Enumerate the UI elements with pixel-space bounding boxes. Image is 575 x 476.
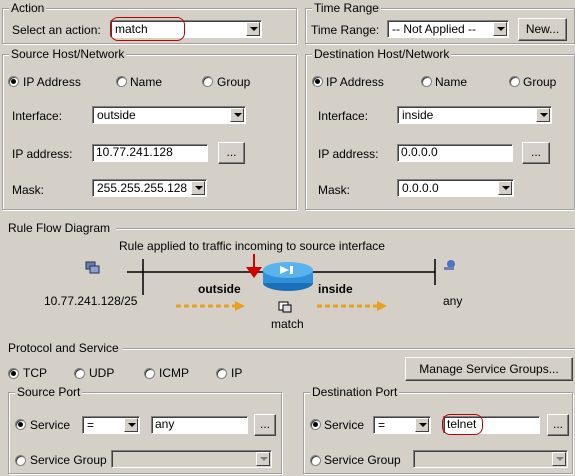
destination-service-label[interactable]: Service [324,418,364,432]
destination-operator-select[interactable]: = [373,416,431,434]
source-operator-value: = [87,418,95,432]
destination-name-radio-label[interactable]: Name [435,75,467,89]
source-name-radio-label[interactable]: Name [130,75,162,89]
action-label: Select an action: [12,23,101,37]
source-service-radio[interactable] [15,419,26,430]
diagram-action-label: match [271,317,304,331]
action-select[interactable]: match [110,20,262,38]
diagram-left-interface: outside [198,282,241,296]
chevron-down-icon[interactable] [191,181,205,195]
source-ip-radio-label[interactable]: IP Address [23,75,81,89]
destination-browse-button[interactable]: ... [522,142,550,164]
source-service-label[interactable]: Service [30,418,70,432]
chevron-down-icon[interactable] [246,22,260,36]
source-ip-label: IP address: [12,147,73,161]
destination-service-group-select[interactable] [413,450,568,468]
source-interface-label: Interface: [12,109,63,123]
new-time-range-button[interactable]: New... [518,18,567,41]
destination-interface-label: Interface: [318,109,369,123]
destination-group-radio[interactable] [509,76,520,87]
ip-radio[interactable] [216,368,227,379]
icmp-radio-label[interactable]: ICMP [159,366,189,380]
source-service-browse-button[interactable]: ... [254,414,276,436]
source-interface-select[interactable]: outside [92,106,246,124]
destination-mask-label: Mask: [318,183,351,197]
destination-group-radio-label[interactable]: Group [523,75,556,89]
destination-mask-value: 0.0.0.0 [402,181,439,195]
diagram-legend: Rule Flow Diagram [8,221,111,235]
ip-radio-label[interactable]: IP [231,366,242,380]
protocol-separator [123,348,575,350]
chevron-down-icon[interactable] [536,108,550,122]
destination-service-group-radio[interactable] [310,455,321,466]
chevron-down-icon[interactable] [493,22,507,36]
chevron-down-icon[interactable] [256,452,270,466]
destination-interface-select[interactable]: inside [397,106,552,124]
destination-ip-radio[interactable] [312,76,323,87]
source-service-group-label[interactable]: Service Group [30,453,107,467]
source-group-radio-label[interactable]: Group [217,75,250,89]
source-legend: Source Host/Network [9,47,127,61]
destination-ip-input[interactable]: 0.0.0.0 [397,144,513,162]
destination-interface-value: inside [402,108,434,122]
diagram-source-network: 10.77.241.128/25 [44,294,138,308]
destination-operator-value: = [378,418,386,432]
tcp-radio[interactable] [8,368,19,379]
udp-radio[interactable] [74,368,85,379]
udp-radio-label[interactable]: UDP [89,366,114,380]
source-browse-button[interactable]: ... [218,142,245,164]
diagram-right-interface: inside [318,282,353,296]
source-mask-value: 255.255.255.128 [97,181,188,195]
source-service-group-radio[interactable] [15,455,26,466]
destination-ip-radio-label[interactable]: IP Address [326,75,384,89]
destination-service-browse-button[interactable]: ... [547,414,569,436]
source-mask-label: Mask: [12,183,45,197]
source-ip-input[interactable]: 10.77.241.128 [92,144,208,162]
source-operator-select[interactable]: = [82,416,140,434]
action-legend: Action [9,1,47,15]
chevron-down-icon[interactable] [498,181,512,195]
chevron-down-icon[interactable] [230,108,244,122]
source-name-radio[interactable] [116,76,127,87]
chevron-down-icon[interactable] [124,418,138,432]
destination-name-radio[interactable] [421,76,432,87]
destination-port-legend: Destination Port [310,385,400,399]
chevron-down-icon[interactable] [552,452,566,466]
chevron-down-icon[interactable] [415,418,429,432]
protocol-legend: Protocol and Service [8,341,119,355]
icmp-radio[interactable] [144,368,155,379]
source-interface-value: outside [97,108,136,122]
destination-service-group-label[interactable]: Service Group [324,453,401,467]
source-service-group-select[interactable] [111,450,272,468]
destination-ip-label: IP address: [318,147,379,161]
destination-service-radio[interactable] [310,419,321,430]
destination-service-input[interactable]: telnet [443,416,540,434]
manage-service-groups-button[interactable]: Manage Service Groups... [405,357,573,381]
time-range-legend: Time Range [312,1,381,15]
time-range-select[interactable]: -- Not Applied -- [387,20,509,38]
source-service-input[interactable]: any [151,416,248,434]
source-group-radio[interactable] [202,76,213,87]
destination-mask-select[interactable]: 0.0.0.0 [397,179,514,197]
diagram-destination-network: any [443,294,463,308]
tcp-radio-label[interactable]: TCP [23,366,47,380]
source-port-legend: Source Port [15,385,83,399]
action-select-value: match [115,22,148,36]
destination-legend: Destination Host/Network [312,47,452,61]
source-mask-select[interactable]: 255.255.255.128 [92,179,207,197]
time-range-value: -- Not Applied -- [392,22,477,36]
source-ip-radio[interactable] [8,76,19,87]
time-range-label: Time Range: [311,23,380,37]
diagram-separator [116,228,575,230]
